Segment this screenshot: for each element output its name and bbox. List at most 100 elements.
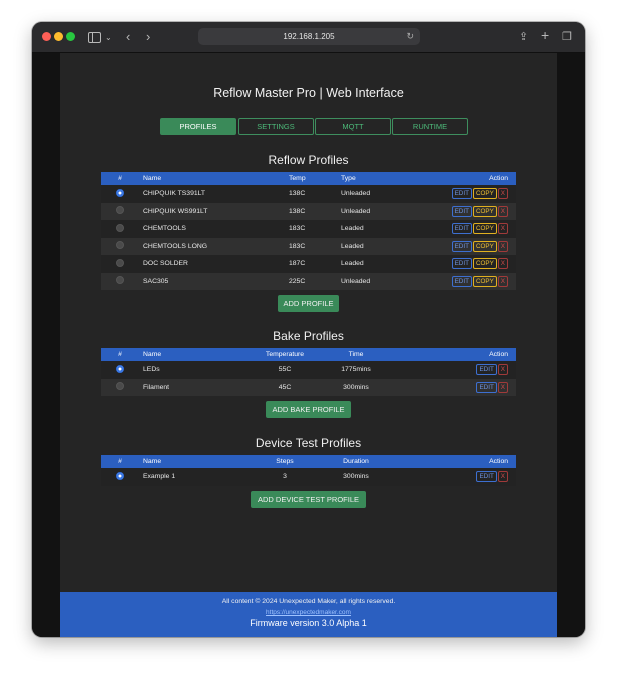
table-row[interactable]: CHEMTOOLS 183C Leaded EDIT COPY X — [101, 220, 516, 238]
col-header-index: # — [118, 351, 122, 358]
new-tab-icon[interactable]: + — [541, 27, 549, 43]
profile-radio[interactable] — [116, 276, 124, 285]
col-header-name: Name — [143, 458, 162, 465]
tab-runtime[interactable]: RUNTIME — [392, 118, 468, 135]
profile-name: CHIPQUIK WS991LT — [143, 207, 208, 215]
device-test-section-title: Device Test Profiles — [255, 436, 362, 450]
bake-profiles-table: # Name Temperature Time Action LEDs 55C … — [101, 348, 516, 396]
profile-name: Filament — [143, 383, 170, 391]
reload-icon[interactable]: ↻ — [406, 28, 414, 45]
profile-radio[interactable] — [116, 223, 124, 232]
url-text: 192.168.1.205 — [283, 32, 335, 41]
table-row[interactable]: CHIPQUIK TS391LT 138C Unleaded EDIT COPY X — [101, 185, 516, 203]
edit-button[interactable]: EDIT — [476, 471, 497, 483]
forward-arrow-icon[interactable]: › — [146, 29, 150, 45]
delete-button[interactable]: X — [497, 258, 508, 270]
edit-button[interactable]: EDIT — [451, 205, 472, 217]
address-bar[interactable]: 192.168.1.205 ↻ — [198, 28, 420, 45]
profile-radio[interactable] — [116, 471, 124, 480]
profile-radio[interactable] — [116, 382, 124, 391]
table-row[interactable]: SAC305 225C Unleaded EDIT COPY X — [101, 272, 516, 290]
profile-time: 1775mins — [341, 366, 371, 374]
page-content: Reflow Master Pro | Web Interface PROFIL… — [60, 53, 557, 637]
col-header-action: Action — [489, 175, 508, 182]
copy-button[interactable]: COPY — [472, 275, 497, 287]
profile-temp: 187C — [289, 260, 306, 268]
share-icon[interactable]: ⇪ — [519, 29, 528, 45]
profile-radio[interactable] — [116, 241, 124, 250]
col-header-steps: Steps — [276, 458, 294, 465]
edit-button[interactable]: EDIT — [476, 381, 497, 393]
profile-temperature: 45C — [278, 383, 292, 391]
profile-type: Unleaded — [341, 277, 371, 285]
col-header-name: Name — [143, 175, 162, 182]
col-header-name: Name — [143, 351, 162, 358]
tab-mqtt[interactable]: MQTT — [315, 118, 391, 135]
tab-settings[interactable]: SETTINGS — [238, 118, 314, 135]
copy-button[interactable]: COPY — [472, 188, 497, 200]
table-row[interactable]: Example 1 3 300mins EDIT X — [101, 468, 516, 486]
profile-type: Leaded — [341, 242, 364, 250]
tab-overview-icon[interactable]: ❐ — [562, 29, 572, 45]
profile-temperature: 55C — [278, 366, 292, 374]
table-header-row: # Name Temp Type Action — [101, 172, 516, 185]
table-row[interactable]: Filament 45C 300mins EDIT X — [101, 378, 516, 396]
profile-type: Unleaded — [341, 207, 371, 215]
profile-type: Unleaded — [341, 190, 371, 198]
delete-button[interactable]: X — [497, 223, 508, 235]
profile-radio[interactable] — [116, 258, 124, 267]
delete-button[interactable]: X — [497, 381, 508, 393]
table-row[interactable]: CHEMTOOLS LONG 183C Leaded EDIT COPY X — [101, 237, 516, 255]
add-bake-profile-button[interactable]: ADD BAKE PROFILE — [266, 401, 351, 418]
sidebar-toggle-icon[interactable] — [88, 32, 101, 43]
col-header-index: # — [118, 175, 122, 182]
add-device-test-profile-button[interactable]: ADD DEVICE TEST PROFILE — [251, 491, 366, 508]
table-header-row: # Name Steps Duration Action — [101, 455, 516, 468]
profile-name: CHEMTOOLS — [143, 225, 186, 233]
edit-button[interactable]: EDIT — [451, 258, 472, 270]
edit-button[interactable]: EDIT — [451, 240, 472, 252]
delete-button[interactable]: X — [497, 275, 508, 287]
profile-radio[interactable] — [116, 364, 124, 373]
profile-temp: 183C — [289, 242, 306, 250]
edit-button[interactable]: EDIT — [476, 364, 497, 376]
profile-name: DOC SOLDER — [143, 260, 188, 268]
tab-profiles[interactable]: PROFILES — [160, 118, 236, 135]
profile-radio[interactable] — [116, 206, 124, 215]
page-footer: All content © 2024 Unexpected Maker, all… — [60, 592, 557, 637]
delete-button[interactable]: X — [497, 240, 508, 252]
col-header-time: Time — [348, 351, 364, 358]
table-row[interactable]: DOC SOLDER 187C Leaded EDIT COPY X — [101, 255, 516, 273]
back-arrow-icon[interactable]: ‹ — [126, 29, 130, 45]
copy-button[interactable]: COPY — [472, 205, 497, 217]
zoom-window-button[interactable] — [66, 32, 75, 41]
reflow-section-title: Reflow Profiles — [268, 153, 349, 167]
minimize-window-button[interactable] — [54, 32, 63, 41]
delete-button[interactable]: X — [497, 188, 508, 200]
copy-button[interactable]: COPY — [472, 240, 497, 252]
close-window-button[interactable] — [42, 32, 51, 41]
edit-button[interactable]: EDIT — [451, 275, 472, 287]
delete-button[interactable]: X — [497, 364, 508, 376]
profile-name: CHIPQUIK TS391LT — [143, 190, 206, 198]
copy-button[interactable]: COPY — [472, 258, 497, 270]
table-row[interactable]: CHIPQUIK WS991LT 138C Unleaded EDIT COPY X — [101, 202, 516, 220]
chevron-down-icon[interactable]: ⌄ — [105, 30, 112, 46]
table-header-row: # Name Temperature Time Action — [101, 348, 516, 361]
browser-toolbar: ⌄ ‹ › 192.168.1.205 ↻ ⇪ + ❐ — [32, 22, 585, 53]
footer-link[interactable]: https://unexpectedmaker.com — [60, 609, 557, 616]
copy-button[interactable]: COPY — [472, 223, 497, 235]
edit-button[interactable]: EDIT — [451, 188, 472, 200]
browser-window: ⌄ ‹ › 192.168.1.205 ↻ ⇪ + ❐ Reflow Maste… — [32, 22, 585, 637]
web-viewport: Reflow Master Pro | Web Interface PROFIL… — [32, 53, 585, 637]
reflow-profiles-table: # Name Temp Type Action CHIPQUIK TS391LT… — [101, 172, 516, 290]
delete-button[interactable]: X — [497, 205, 508, 217]
col-header-type: Type — [341, 175, 356, 182]
edit-button[interactable]: EDIT — [451, 223, 472, 235]
delete-button[interactable]: X — [497, 471, 508, 483]
profile-temp: 138C — [289, 207, 306, 215]
add-profile-button[interactable]: ADD PROFILE — [278, 295, 339, 312]
profile-radio[interactable] — [116, 188, 124, 197]
table-row[interactable]: LEDs 55C 1775mins EDIT X — [101, 361, 516, 379]
col-header-action: Action — [489, 458, 508, 465]
